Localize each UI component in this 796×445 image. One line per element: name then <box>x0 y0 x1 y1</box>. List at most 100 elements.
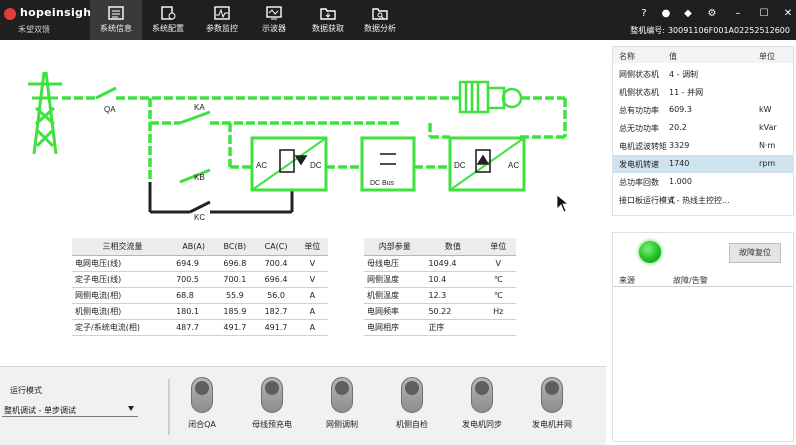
circuit-diagram: QA KA KB KC AC DC DC Bus DC AC <box>28 71 567 222</box>
list-item[interactable]: 总无功功率 20.2 kVar <box>613 119 793 137</box>
table-header: 单位 <box>296 238 328 256</box>
param-value: 20.2 <box>669 123 687 132</box>
list-item-selected[interactable]: 发电机转速 1740 rpm <box>613 155 793 173</box>
list-item[interactable]: 总有功功率 609.3 kW <box>613 101 793 119</box>
param-name: 总无功功率 <box>619 124 659 133</box>
ac-quantity-table: 三相交流量 AB(A) BC(B) CA(C) 单位 电网电压(线) 694.9 6… <box>72 238 328 336</box>
topology-panel: QA KA KB KC AC DC DC Bus DC AC 三相交流量 AB(… <box>0 42 606 364</box>
user-icon[interactable]: ● <box>658 6 674 22</box>
app-window: hopeinsight 禾望双馈 系统信息 系统配置 参数监控 示波器 数据获取… <box>0 0 796 445</box>
tab-oscilloscope[interactable]: 示波器 <box>248 0 300 40</box>
table-row: 网侧电流(相) 68.8 55.9 56.0 A <box>72 287 328 304</box>
divider <box>168 379 170 435</box>
fault-table-header: 来源 故障/告警 <box>613 271 793 287</box>
param-unit: rpm <box>759 159 776 168</box>
table-header: CA(C) <box>255 238 297 256</box>
fault-col-alarm: 故障/告警 <box>673 276 708 285</box>
table-cell: ℃ <box>480 271 516 288</box>
label-dc-bus: DC Bus <box>370 180 395 187</box>
internal-quantity-table: 内部参量 数值 单位 母线电压 1049.4 V 网侧温度 10.4 ℃ 机侧温度 12.… <box>364 238 516 336</box>
param-name: 总功率回数 <box>619 178 659 187</box>
table-header: 数值 <box>425 238 481 256</box>
fault-reset-button[interactable]: 故障复位 <box>729 243 781 263</box>
list-item[interactable]: 机侧状态机 11 - 并网 <box>613 83 793 101</box>
table-row: 定子/系统电流(相) 487.7 491.7 491.7 A <box>72 319 328 336</box>
switch-close-qa: 闭合QA <box>172 377 232 435</box>
param-name: 网侧状态机 <box>619 70 659 79</box>
tab-data-analysis[interactable]: 数据分析 <box>354 0 406 40</box>
list-item[interactable]: 接口板运行模式 4 - 热线主控控... <box>613 191 793 209</box>
brand-subtitle: 禾望双馈 <box>18 25 50 34</box>
generator-icon <box>458 80 523 114</box>
tab-data-fetch[interactable]: 数据获取 <box>302 0 354 40</box>
tab-label: 示波器 <box>262 24 286 33</box>
settings-icon[interactable]: ⚙ <box>704 6 720 22</box>
param-value: 1740 <box>669 159 690 168</box>
oscilloscope-icon <box>266 6 282 20</box>
table-cell: 机侧温度 <box>364 287 426 304</box>
close-icon[interactable]: ✕ <box>780 6 796 22</box>
switch-generator-grid: 发电机并网 <box>522 377 582 435</box>
tab-parameter-monitor[interactable]: 参数监控 <box>196 0 248 40</box>
table-row: 机侧温度 12.3 ℃ <box>364 287 516 304</box>
table-header: 三相交流量 <box>72 238 174 256</box>
table-row: 电网频率 50.22 Hz <box>364 303 516 320</box>
list-item[interactable]: 电机滤波转矩 3329 N·m <box>613 137 793 155</box>
list-item[interactable]: 总功率回数 1.000 <box>613 173 793 191</box>
table-cell: 700.1 <box>214 271 256 288</box>
table-cell: 网侧电流(相) <box>72 287 174 304</box>
table-header: 单位 <box>480 238 516 256</box>
switch-label: 闭合QA <box>188 420 216 429</box>
table-cell: V <box>296 255 328 272</box>
label-kb: KB <box>194 173 205 182</box>
toggle-switch[interactable] <box>541 377 563 413</box>
label-dc-left: DC <box>310 161 322 170</box>
label-qa: QA <box>104 105 116 114</box>
toggle-switch[interactable] <box>191 377 213 413</box>
table-cell: V <box>480 255 516 272</box>
control-bar: 运行模式 整机调试 - 单步调试 闭合QA 母线预充电 网侧调制 机侧自检 发电… <box>0 366 606 445</box>
toggle-switch[interactable] <box>401 377 423 413</box>
table-header: BC(B) <box>214 238 256 256</box>
table-row: 电网相序 正序 <box>364 319 516 336</box>
tab-system-info[interactable]: 系统信息 <box>90 0 142 40</box>
folder-search-icon <box>372 8 388 20</box>
tab-label: 数据分析 <box>364 24 396 33</box>
list-icon <box>108 6 124 20</box>
toggle-switch[interactable] <box>261 377 283 413</box>
serial-label: 整机编号: <box>630 26 665 35</box>
table-cell <box>480 319 516 336</box>
param-value: 11 - 并网 <box>669 88 704 97</box>
table-cell: 694.9 <box>173 255 215 272</box>
switch-generator-sync: 发电机同步 <box>452 377 512 435</box>
table-cell: 696.8 <box>214 255 256 272</box>
minimize-icon[interactable]: – <box>730 6 746 22</box>
label-ka: KA <box>194 103 205 112</box>
chevron-down-icon <box>128 406 134 411</box>
params-header-name: 名称 <box>619 52 635 61</box>
list-item[interactable]: 网侧状态机 4 - 调制 <box>613 65 793 83</box>
table-cell: 网侧温度 <box>364 271 426 288</box>
switch-label: 母线预充电 <box>252 420 292 429</box>
switch-label: 发电机同步 <box>462 420 502 429</box>
pin-icon[interactable]: ◆ <box>680 6 696 22</box>
table-cell: V <box>296 271 328 288</box>
toggle-switch[interactable] <box>471 377 493 413</box>
table-cell: 491.7 <box>255 319 297 336</box>
run-mode-select[interactable]: 整机调试 - 单步调试 <box>2 403 138 417</box>
toggle-switch[interactable] <box>331 377 353 413</box>
param-name: 电机滤波转矩 <box>619 142 667 151</box>
tab-label: 数据获取 <box>312 24 344 33</box>
param-value: 4 - 调制 <box>669 70 699 79</box>
table-header: 内部参量 <box>364 238 426 256</box>
logo: hopeinsight 禾望双馈 <box>4 6 97 36</box>
table-cell: 定子电压(线) <box>72 271 174 288</box>
table-row: 定子电压(线) 700.5 700.1 696.4 V <box>72 271 328 288</box>
maximize-icon[interactable]: ☐ <box>756 6 772 22</box>
tab-system-config[interactable]: 系统配置 <box>142 0 194 40</box>
run-mode-label: 运行模式 <box>10 386 42 395</box>
switch-machine-selfcheck: 机侧自检 <box>382 377 442 435</box>
help-icon[interactable]: ? <box>636 6 652 22</box>
status-led-icon <box>639 241 661 263</box>
table-cell: 定子/系统电流(相) <box>72 319 174 336</box>
